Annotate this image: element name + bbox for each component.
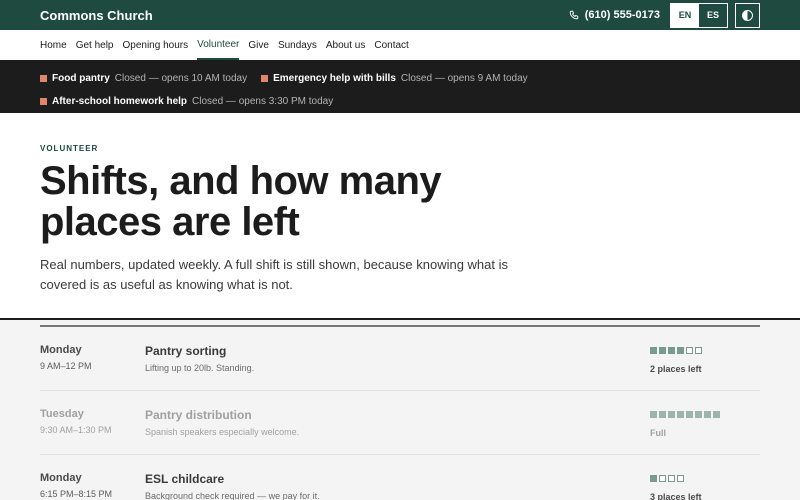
capacity-filled-slot [668, 411, 675, 418]
capacity-open-slot [668, 475, 675, 482]
shift-list: Monday 9 AM–12 PM Pantry sorting Lifting… [0, 318, 800, 500]
nav-about-us[interactable]: About us [326, 30, 365, 60]
language-switcher: EN ES [670, 2, 728, 28]
capacity-filled-slot [677, 347, 684, 354]
hero: VOLUNTEER Shifts, and how many places ar… [0, 113, 800, 318]
status-marker-icon [261, 75, 269, 82]
capacity-filled-slot [677, 411, 684, 418]
status-note: Closed — opens 9 AM today [400, 73, 528, 84]
places-left: 3 places left [650, 492, 702, 500]
section-eyebrow: VOLUNTEER [40, 144, 99, 153]
nav-opening-hours[interactable]: Opening hours [123, 30, 189, 60]
top-bar: Commons Church (610) 555-0173 EN ES [0, 0, 800, 30]
status-marker-icon [40, 98, 47, 105]
shift-day: Monday [40, 344, 82, 356]
shift-role: ESL childcare [145, 472, 225, 486]
contrast-toggle-button[interactable] [735, 2, 760, 28]
phone-icon [569, 10, 578, 20]
status-name: After-school homework help [52, 96, 188, 107]
nav-home[interactable]: Home [40, 30, 67, 60]
shift-day: Tuesday [40, 408, 84, 420]
shift-role: Pantry distribution [145, 408, 252, 422]
status-note: Closed — opens 10 AM today [114, 73, 248, 84]
shift-description: Spanish speakers especially welcome. [145, 427, 300, 437]
status-item-food-pantry: Food pantry Closed — opens 10 AM today [40, 67, 247, 90]
capacity-open-slot [677, 475, 684, 482]
capacity-meter [650, 475, 760, 483]
nav-sundays[interactable]: Sundays [278, 30, 317, 60]
capacity-filled-slot [713, 411, 720, 418]
capacity-open-slot [659, 475, 666, 482]
status-name: Emergency help with bills [273, 73, 396, 84]
status-name: Food pantry [52, 73, 110, 84]
nav-volunteer[interactable]: Volunteer [197, 30, 240, 60]
shift-role: Pantry sorting [145, 344, 227, 358]
shift-time: 9 AM–12 PM [40, 361, 92, 371]
language-en-button[interactable]: EN [671, 3, 699, 27]
capacity-filled-slot [695, 411, 702, 418]
page-title: Shifts, and how many places are left [40, 159, 442, 244]
capacity-open-slot [686, 347, 693, 354]
status-marker-icon [40, 75, 47, 82]
capacity-meter [650, 347, 760, 355]
capacity-open-slot [695, 347, 702, 354]
shift-description: Lifting up to 20lb. Standing. [145, 363, 255, 373]
capacity-meter [650, 411, 760, 419]
capacity-filled-slot [650, 347, 657, 354]
nav-contact[interactable]: Contact [374, 30, 408, 60]
shift-time: 6:15 PM–8:15 PM [40, 489, 113, 499]
main-nav: Home Get help Opening hours Volunteer Gi… [0, 30, 800, 60]
site-brand[interactable]: Commons Church [40, 8, 153, 23]
capacity-filled-slot [686, 411, 693, 418]
page-lede: Real numbers, updated weekly. A full shi… [40, 257, 508, 292]
shift-row[interactable]: Monday 9 AM–12 PM Pantry sorting Lifting… [40, 327, 760, 391]
nav-give[interactable]: Give [248, 30, 269, 60]
service-status-bar: Food pantry Closed — opens 10 AM today E… [0, 60, 800, 113]
status-item-bills: Emergency help with bills Closed — opens… [261, 67, 528, 90]
nav-get-help[interactable]: Get help [76, 30, 114, 60]
capacity-filled-slot [650, 411, 657, 418]
shift-time: 9:30 AM–1:30 PM [40, 425, 112, 435]
status-note: Closed — opens 3:30 PM today [192, 96, 334, 107]
capacity-filled-slot [704, 411, 711, 418]
capacity-filled-slot [668, 347, 675, 354]
places-left: 2 places left [650, 364, 702, 374]
shift-row[interactable]: Tuesday 9:30 AM–1:30 PM Pantry distribut… [40, 391, 760, 455]
phone-number: (610) 555-0173 [584, 9, 660, 21]
shift-day: Monday [40, 472, 82, 484]
phone-link[interactable]: (610) 555-0173 [569, 9, 660, 21]
shift-row[interactable]: Monday 6:15 PM–8:15 PM ESL childcare Bac… [40, 455, 760, 500]
capacity-filled-slot [659, 347, 666, 354]
language-es-button[interactable]: ES [699, 3, 727, 27]
shift-description: Background check required — we pay for i… [145, 491, 320, 500]
contrast-toggle-icon [742, 9, 753, 21]
places-left: Full [650, 428, 666, 438]
top-bar-actions: (610) 555-0173 EN ES [569, 0, 760, 30]
status-item-homework: After-school homework help Closed — open… [40, 90, 333, 113]
capacity-filled-slot [650, 475, 657, 482]
capacity-filled-slot [659, 411, 666, 418]
